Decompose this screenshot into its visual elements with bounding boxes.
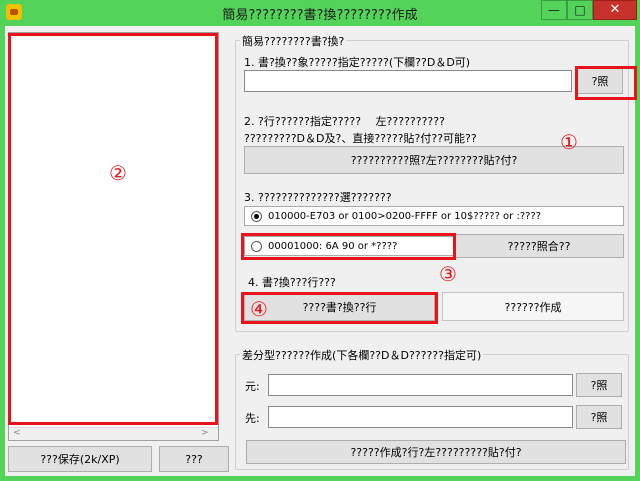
maximize-button[interactable]: □ [567,0,593,20]
secondary-button[interactable]: ??? [159,446,229,472]
source-file-input[interactable] [268,374,573,396]
annotation-marker-3: ③ [439,262,457,286]
rewrite-group-legend: 簡易????????書?換? [240,33,347,49]
save-button[interactable]: ???保存(2k/XP) [8,446,152,472]
step2-line2: ?????????D＆D及?、直接?????貼?付??可能?? [244,132,477,145]
step2-line1: 2. ?行??????指定????? 左?????????? [244,115,445,128]
dest-file-input[interactable] [268,406,573,428]
diff-group-legend: 差分型??????作成(下各欄??D＆D??????指定可) [240,347,484,363]
step4-label: 4. 書?換???行??? [248,276,336,289]
create-diff-patch-button[interactable]: ?????作成?行?左?????????貼?付? [246,440,626,464]
annotation-box-2 [8,33,218,425]
create-patch-button[interactable]: ??????作成 [442,292,624,321]
window-title: 簡易????????書?換????????作成 [222,8,418,23]
annotation-marker-1: ① [560,130,578,154]
minimize-button[interactable]: — [541,0,567,20]
scroll-right-icon[interactable]: > [201,428,209,438]
step1-label: 1. 書?換??象?????指定?????(下欄??D＆D可) [244,56,471,69]
annotation-marker-4: ④ [250,297,268,321]
target-file-input[interactable] [244,70,572,92]
annotation-box-1 [575,66,637,100]
format-option-1[interactable]: 010000-E703 or 0100>0200-FFFF or 10$????… [244,206,624,226]
scroll-left-icon[interactable]: < [13,428,21,438]
step3-label: 3. ??????????????選??????? [244,191,392,204]
close-button[interactable]: ✕ [593,0,637,20]
browse-dest-button[interactable]: ?照 [576,405,622,429]
browse-source-button[interactable]: ?照 [576,373,622,397]
format-option-1-text: 010000-E703 or 0100>0200-FFFF or 10$????… [268,210,542,222]
dest-label: 先: [245,412,260,425]
source-label: 元: [245,380,260,393]
horizontal-scrollbar[interactable]: < > [9,427,218,440]
radio-selected-icon[interactable] [251,210,262,222]
app-icon [6,4,22,20]
annotation-marker-2: ② [109,161,127,185]
annotation-box-3 [241,233,456,260]
compare-button[interactable]: ?????照合?? [454,234,624,258]
